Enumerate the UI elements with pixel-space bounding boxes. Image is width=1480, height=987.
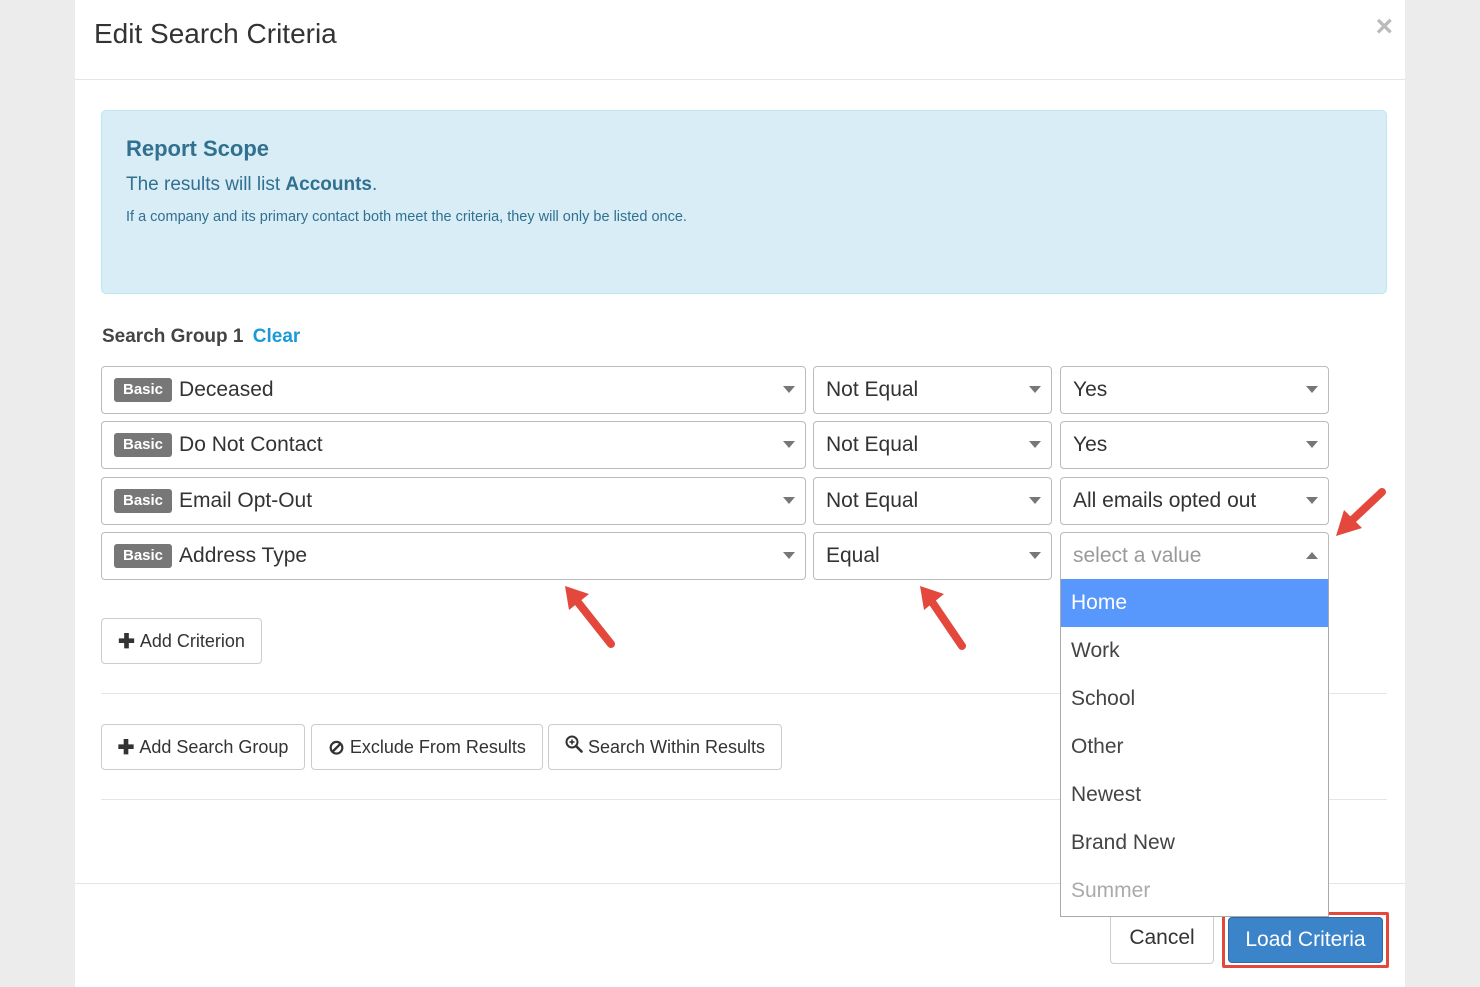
operator-select[interactable]: Equal [813, 532, 1052, 580]
value-select[interactable]: All emails opted out [1060, 477, 1329, 525]
option-school[interactable]: School [1061, 675, 1328, 723]
clear-group-link[interactable]: Clear [253, 326, 301, 347]
caret-down-icon [1029, 497, 1041, 504]
add-criterion-button[interactable]: ✚ Add Criterion [101, 618, 262, 664]
value-select[interactable]: Yes [1060, 366, 1329, 414]
field-label: Address Type [179, 544, 308, 567]
caret-down-icon [1306, 497, 1318, 504]
option-other[interactable]: Other [1061, 723, 1328, 771]
caret-down-icon [1029, 552, 1041, 559]
edit-search-modal: Edit Search Criteria × Report Scope The … [75, 0, 1405, 987]
caret-down-icon [1029, 386, 1041, 393]
close-icon[interactable]: × [1375, 12, 1393, 42]
caret-down-icon [783, 441, 795, 448]
value-placeholder: select a value [1073, 544, 1202, 567]
option-brand-new[interactable]: Brand New [1061, 819, 1328, 867]
annotation-arrow-icon [565, 586, 615, 648]
value-label: Yes [1073, 378, 1108, 401]
field-label: Email Opt-Out [179, 489, 313, 512]
field-label: Do Not Contact [179, 433, 323, 456]
modal-header: Edit Search Criteria × [75, 0, 1405, 80]
search-group-label: Search Group 1 [102, 326, 244, 347]
add-search-group-button[interactable]: ✚ Add Search Group [101, 724, 305, 770]
caret-down-icon [783, 386, 795, 393]
value-label: Yes [1073, 433, 1108, 456]
basic-badge: Basic [114, 378, 173, 402]
scope-entity: Accounts [285, 174, 372, 195]
scope-note: If a company and its primary contact bot… [126, 209, 687, 225]
option-newest[interactable]: Newest [1061, 771, 1328, 819]
load-criteria-button[interactable]: Load Criteria [1228, 917, 1383, 963]
value-select[interactable]: Yes [1060, 421, 1329, 469]
search-within-results-label: Search Within Results [587, 736, 766, 757]
option-work[interactable]: Work [1061, 627, 1328, 675]
caret-down-icon [1029, 441, 1041, 448]
search-group-heading: Search Group 1 Clear [102, 326, 300, 348]
scope-line-prefix: The results will list [126, 174, 286, 195]
annotation-arrow-icon [1336, 488, 1386, 536]
caret-down-icon [783, 552, 795, 559]
operator-select[interactable]: Not Equal [813, 421, 1052, 469]
caret-down-icon [1306, 441, 1318, 448]
cancel-button[interactable]: Cancel [1110, 912, 1214, 964]
zoom-in-icon [565, 735, 583, 759]
operator-label: Not Equal [826, 378, 919, 401]
option-home[interactable]: Home [1061, 579, 1328, 627]
search-within-results-button[interactable]: Search Within Results [548, 724, 782, 770]
field-select-deceased[interactable]: Basic Deceased [101, 366, 806, 414]
operator-label: Not Equal [826, 433, 919, 456]
field-select-address-type[interactable]: Basic Address Type [101, 532, 806, 580]
scope-line-suffix: . [372, 174, 378, 195]
modal-title: Edit Search Criteria [94, 18, 337, 49]
caret-up-icon [1306, 552, 1318, 559]
caret-down-icon [783, 497, 795, 504]
value-select-open[interactable]: select a value [1060, 532, 1329, 580]
value-options-list: Home Work School Other Newest Brand New … [1060, 579, 1329, 917]
exclude-from-results-button[interactable]: ⊘ Exclude From Results [311, 724, 543, 770]
value-label: All emails opted out [1073, 489, 1257, 512]
plus-icon: ✚ [117, 736, 135, 759]
ban-icon: ⊘ [328, 736, 345, 759]
operator-label: Not Equal [826, 489, 919, 512]
field-select-do-not-contact[interactable]: Basic Do Not Contact [101, 421, 806, 469]
scope-description: The results will list Accounts. [126, 174, 377, 196]
option-summer[interactable]: Summer [1061, 867, 1328, 915]
operator-select[interactable]: Not Equal [813, 477, 1052, 525]
operator-select[interactable]: Not Equal [813, 366, 1052, 414]
basic-badge: Basic [114, 544, 173, 568]
add-criterion-label: Add Criterion [139, 630, 245, 651]
caret-down-icon [1306, 386, 1318, 393]
annotation-arrow-icon [920, 586, 966, 650]
plus-icon: ✚ [118, 630, 135, 653]
report-scope-panel: Report Scope The results will list Accou… [101, 110, 1387, 294]
add-search-group-label: Add Search Group [139, 736, 289, 757]
field-label: Deceased [179, 378, 274, 401]
scope-title: Report Scope [126, 136, 270, 161]
exclude-from-results-label: Exclude From Results [349, 736, 526, 757]
basic-badge: Basic [114, 489, 173, 513]
basic-badge: Basic [114, 433, 173, 457]
field-select-email-opt-out[interactable]: Basic Email Opt-Out [101, 477, 806, 525]
operator-label: Equal [826, 544, 880, 567]
